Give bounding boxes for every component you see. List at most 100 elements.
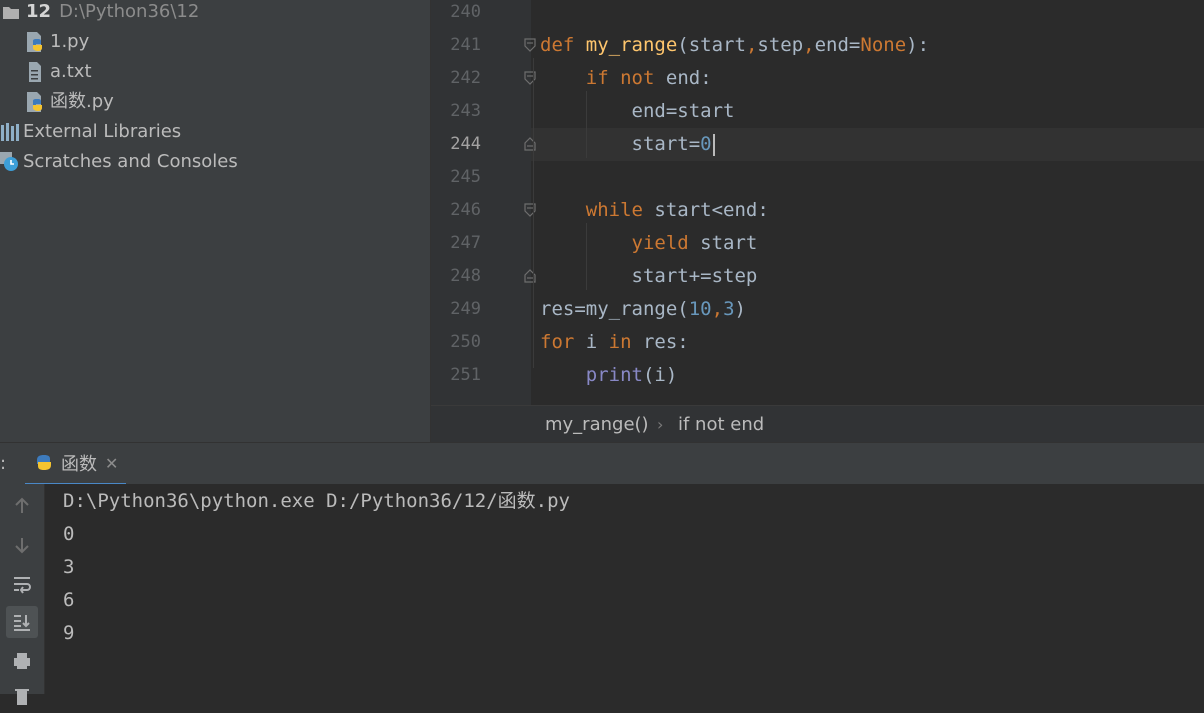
console-output[interactable]: D:\Python36\python.exe D:/Python36/12/函数… [45, 484, 1204, 694]
tree-root-name: 12 [26, 1, 52, 22]
tree-external-libraries[interactable]: External Libraries [0, 117, 181, 147]
clear-icon[interactable] [6, 681, 38, 713]
code-token: res: [631, 331, 689, 353]
tree-file-1py[interactable]: 1.py [24, 27, 89, 57]
code-token: (i) [642, 364, 678, 386]
code-token: start [688, 232, 758, 254]
fold-close-icon[interactable] [524, 137, 536, 151]
tree-file-label: a.txt [50, 61, 92, 82]
line-number: 243 [450, 101, 481, 121]
code-line-250: for i in res: [540, 326, 689, 359]
code-line-247: yield start [540, 227, 758, 260]
code-comma: , [803, 34, 815, 56]
line-number-current: 244 [450, 134, 481, 154]
code-line-246: while start<end: [540, 194, 769, 227]
code-number: 0 [700, 133, 712, 155]
breadcrumb: my_range() › if not end [431, 405, 1204, 443]
line-number: 247 [450, 233, 481, 253]
kw-for: for [540, 331, 575, 353]
code-line-251: print(i) [540, 359, 678, 392]
tree-external-libraries-label: External Libraries [23, 121, 182, 142]
code-token: step [757, 34, 804, 56]
code-line-241: def my_range(start,step,end=None): [540, 29, 929, 62]
line-number: 246 [450, 200, 481, 220]
tree-scratches-label: Scratches and Consoles [23, 151, 238, 172]
run-panel-header: : 函数 ✕ [0, 442, 1204, 486]
tree-file-label: 函数.py [50, 91, 114, 112]
console-line: 0 [63, 523, 75, 545]
kw-none: None [860, 34, 907, 56]
line-number: 249 [450, 299, 481, 319]
kw-not: not [620, 67, 655, 89]
code-token: start= [631, 133, 701, 155]
kw-def: def [540, 34, 575, 56]
soft-wrap-icon[interactable] [6, 568, 38, 600]
code-comma: , [745, 34, 758, 56]
fold-open-icon[interactable] [524, 38, 536, 52]
code-token: res=my_range( [540, 298, 689, 320]
python-file-icon [24, 31, 46, 53]
fold-open-icon[interactable] [524, 203, 536, 217]
code-line-249: res=my_range(10,3) [540, 293, 746, 326]
code-token: start<end: [642, 199, 769, 221]
fold-open-icon[interactable] [524, 71, 536, 85]
kw-if: if [585, 67, 609, 89]
line-number: 241 [450, 35, 481, 55]
code-token: end: [654, 67, 712, 89]
close-icon[interactable]: ✕ [105, 454, 118, 473]
line-number: 245 [450, 167, 481, 187]
text-file-icon [24, 61, 46, 83]
code-token: ): [906, 34, 930, 56]
kw-while: while [585, 199, 643, 221]
code-line-243: end=start [540, 95, 735, 128]
run-tab[interactable]: 函数 ✕ [25, 443, 127, 486]
console-line: D:\Python36\python.exe D:/Python36/12/函数… [63, 490, 570, 512]
code-number: 3 [723, 298, 735, 320]
breadcrumb-separator: › [657, 415, 664, 434]
code-token: i [574, 331, 609, 353]
python-icon [33, 450, 55, 476]
up-arrow-icon[interactable] [6, 490, 38, 522]
print-icon[interactable] [6, 645, 38, 677]
run-toolbar [0, 484, 45, 705]
breadcrumb-if-block[interactable]: if not end [678, 406, 764, 443]
tree-scratches[interactable]: Scratches and Consoles [0, 147, 238, 177]
function-name: my_range [585, 34, 678, 56]
tree-file-hanshu[interactable]: 函数.py [24, 87, 114, 117]
run-panel-prefix: : [0, 453, 7, 474]
builtin-print: print [585, 364, 643, 386]
console-line: 9 [63, 622, 75, 644]
indent-guide [533, 58, 534, 368]
line-number: 248 [450, 266, 481, 286]
code-number: 10 [688, 298, 712, 320]
text-caret [712, 133, 715, 156]
project-panel: 12 D:\Python36\12 1.py a.txt 函数.py Exter… [0, 0, 431, 442]
code-editor[interactable]: 240 241 242 243 244 245 246 247 248 249 … [431, 0, 1204, 405]
fold-close-icon[interactable] [524, 269, 536, 283]
code-token: end=start [631, 100, 735, 122]
library-icon [0, 121, 20, 143]
console-line: 3 [63, 556, 75, 578]
tree-root-folder[interactable]: 12 D:\Python36\12 [0, 0, 199, 27]
tree-file-label: 1.py [50, 31, 90, 52]
down-arrow-icon[interactable] [6, 529, 38, 561]
console-line: 6 [63, 589, 75, 611]
code-line-248: start+=step [540, 260, 758, 293]
tree-root-path: D:\Python36\12 [59, 1, 200, 22]
code-token: end= [814, 34, 861, 56]
code-token: ) [734, 298, 746, 320]
code-line-244: start=0 [540, 128, 715, 161]
scroll-to-end-icon[interactable] [6, 606, 38, 638]
code-comma: , [711, 298, 724, 320]
tree-file-atxt[interactable]: a.txt [24, 57, 92, 87]
scratches-icon [0, 151, 20, 173]
kw-yield: yield [631, 232, 689, 254]
line-number: 250 [450, 332, 481, 352]
run-tab-label: 函数 [61, 454, 97, 475]
kw-in: in [608, 331, 632, 353]
breadcrumb-function[interactable]: my_range() [545, 406, 649, 443]
line-number: 240 [450, 2, 481, 22]
line-number: 251 [450, 365, 481, 385]
line-number: 242 [450, 68, 481, 88]
folder-icon [0, 1, 22, 23]
